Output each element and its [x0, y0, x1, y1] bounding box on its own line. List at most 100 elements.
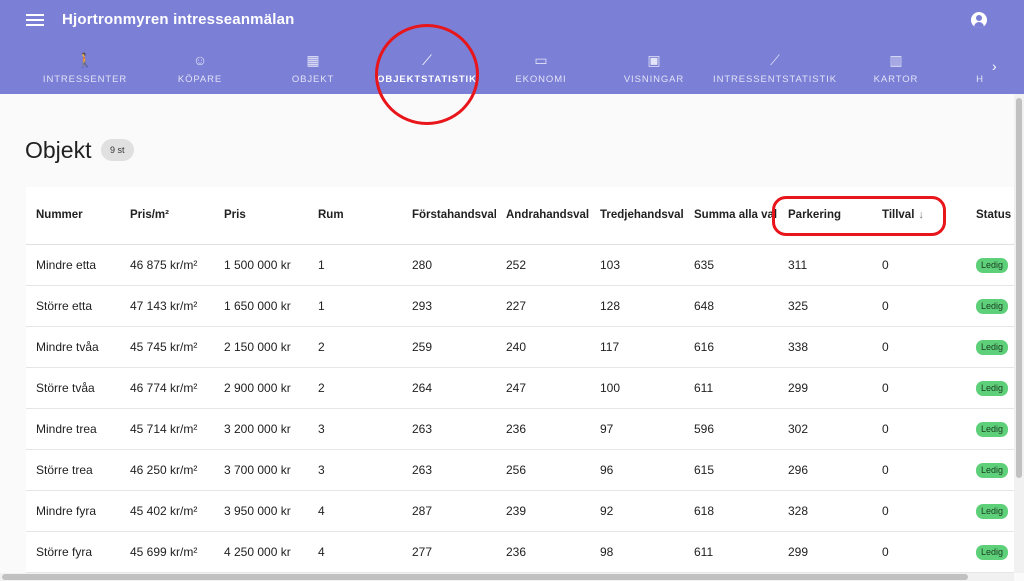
cell-forstahandsval: 259	[402, 326, 496, 368]
cell-andrahandsval: 236	[496, 408, 590, 450]
cell-tillval: 0	[872, 244, 966, 286]
app-title: Hjortronmyren intresseanmälan	[62, 11, 295, 28]
table-row[interactable]: Större tvåa 46 774 kr/m² 2 900 000 kr 2 264 2…	[26, 367, 1024, 409]
cell-nummer: Större trea	[26, 449, 120, 491]
cell-summa-alla-val: 648	[684, 285, 778, 327]
cell-forstahandsval: 293	[402, 285, 496, 327]
header-parkering[interactable]: Parkering	[778, 187, 872, 245]
cell-tredjehandsval: 92	[590, 490, 684, 532]
arrow-down-icon: ↓	[918, 209, 924, 222]
cell-tredjehandsval: 96	[590, 449, 684, 491]
objects-table: Nummer Pris/m² Pris Rum Förstahandsval A…	[26, 187, 1024, 573]
horizontal-scrollbar-thumb[interactable]	[2, 574, 968, 580]
objects-table-card: Nummer Pris/m² Pris Rum Förstahandsval A…	[26, 187, 1024, 573]
cell-andrahandsval: 252	[496, 244, 590, 286]
chevron-right-icon[interactable]: ›	[992, 58, 997, 74]
tab-h[interactable]: H	[970, 44, 990, 94]
cell-pris-m2: 46 875 kr/m²	[120, 244, 214, 286]
cell-forstahandsval: 277	[402, 531, 496, 573]
nav-tabs: 🚶 INTRESSENTER ☺ KÖPARE ▦ OBJEKT ⟋ OBJEK…	[0, 44, 1024, 94]
cell-rum: 2	[308, 326, 402, 368]
account-icon[interactable]	[971, 12, 987, 28]
cell-tredjehandsval: 100	[590, 367, 684, 409]
table-row[interactable]: Större fyra 45 699 kr/m² 4 250 000 kr 4 277 2…	[26, 531, 1024, 573]
tab-intressentstatistik[interactable]: ⟋ INTRESSENTSTATISTIK	[713, 44, 836, 94]
table-row[interactable]: Större etta 47 143 kr/m² 1 650 000 kr 1 293 2…	[26, 285, 1024, 327]
status-badge: Ledig	[976, 462, 1009, 478]
cell-pris: 4 250 000 kr	[214, 531, 308, 573]
table-row[interactable]: Mindre tvåa 45 745 kr/m² 2 150 000 kr 2 259 2…	[26, 326, 1024, 368]
cell-pris-m2: 46 250 kr/m²	[120, 449, 214, 491]
tab-visningar[interactable]: ▣ VISNINGAR	[618, 44, 690, 94]
cell-nummer: Mindre etta	[26, 244, 120, 286]
cell-parkering: 328	[778, 490, 872, 532]
header-rum[interactable]: Rum	[308, 187, 402, 245]
tab-objektstatistik[interactable]: ⟋ OBJEKTSTATISTIK	[377, 44, 476, 94]
table-row[interactable]: Mindre trea 45 714 kr/m² 3 200 000 kr 3 263 2…	[26, 408, 1024, 450]
cell-pris: 3 950 000 kr	[214, 490, 308, 532]
cell-rum: 2	[308, 367, 402, 409]
cell-tillval: 0	[872, 531, 966, 573]
cell-pris: 2 900 000 kr	[214, 367, 308, 409]
cell-tillval: 0	[872, 449, 966, 491]
cell-forstahandsval: 264	[402, 367, 496, 409]
header-pris[interactable]: Pris	[214, 187, 308, 245]
cell-parkering: 299	[778, 531, 872, 573]
cell-pris: 3 200 000 kr	[214, 408, 308, 450]
table-row[interactable]: Större trea 46 250 kr/m² 3 700 000 kr 3 263 2…	[26, 449, 1024, 491]
vertical-scrollbar[interactable]	[1014, 94, 1024, 573]
header-forstahandsval[interactable]: Förstahandsval	[402, 187, 496, 245]
table-body: Mindre etta 46 875 kr/m² 1 500 000 kr 1 280 2…	[26, 244, 1024, 573]
cell-parkering: 311	[778, 244, 872, 286]
header-summa-alla-val[interactable]: Summa alla val	[684, 187, 778, 245]
header-tillval[interactable]: Tillval ↓	[872, 187, 966, 245]
building-icon: ▦	[306, 52, 320, 68]
cell-andrahandsval: 227	[496, 285, 590, 327]
cell-pris-m2: 45 699 kr/m²	[120, 531, 214, 573]
menu-icon[interactable]	[26, 11, 44, 29]
status-badge: Ledig	[976, 298, 1009, 314]
cell-pris-m2: 47 143 kr/m²	[120, 285, 214, 327]
header-andrahandsval[interactable]: Andrahandsval	[496, 187, 590, 245]
cell-parkering: 325	[778, 285, 872, 327]
cell-andrahandsval: 247	[496, 367, 590, 409]
cell-pris: 1 500 000 kr	[214, 244, 308, 286]
tab-intressenter[interactable]: 🚶 INTRESSENTER	[40, 44, 130, 94]
header-nummer[interactable]: Nummer	[26, 187, 120, 245]
vertical-scrollbar-thumb[interactable]	[1016, 98, 1022, 478]
cell-rum: 3	[308, 449, 402, 491]
cell-andrahandsval: 256	[496, 449, 590, 491]
table-row[interactable]: Mindre fyra 45 402 kr/m² 3 950 000 kr 4 287 2…	[26, 490, 1024, 532]
table-row[interactable]: Mindre etta 46 875 kr/m² 1 500 000 kr 1 280 2…	[26, 244, 1024, 286]
cell-andrahandsval: 239	[496, 490, 590, 532]
credit-card-icon: ▭	[534, 52, 548, 68]
cell-tillval: 0	[872, 367, 966, 409]
header-pris-m2[interactable]: Pris/m²	[120, 187, 214, 245]
cell-nummer: Större tvåa	[26, 367, 120, 409]
cell-nummer: Mindre tvåa	[26, 326, 120, 368]
header-tredjehandsval[interactable]: Tredjehandsval	[590, 187, 684, 245]
person-walk-icon: 🚶	[76, 52, 94, 68]
tab-ekonomi[interactable]: ▭ EKONOMI	[508, 44, 574, 94]
app-bar: Hjortronmyren intresseanmälan 🚶 INTRESSE…	[0, 0, 1024, 94]
cell-summa-alla-val: 611	[684, 531, 778, 573]
cell-summa-alla-val: 615	[684, 449, 778, 491]
cell-rum: 1	[308, 285, 402, 327]
tab-objekt[interactable]: ▦ OBJEKT	[280, 44, 346, 94]
cell-tredjehandsval: 103	[590, 244, 684, 286]
cell-nummer: Större etta	[26, 285, 120, 327]
cell-parkering: 296	[778, 449, 872, 491]
horizontal-scrollbar[interactable]	[0, 573, 1014, 581]
calendar-icon: ▣	[647, 52, 661, 68]
count-badge: 9 st	[101, 139, 134, 161]
tab-kartor[interactable]: ▥ KARTOR	[866, 44, 926, 94]
cell-summa-alla-val: 616	[684, 326, 778, 368]
cell-rum: 1	[308, 244, 402, 286]
cell-andrahandsval: 240	[496, 326, 590, 368]
cell-summa-alla-val: 618	[684, 490, 778, 532]
tab-kopare[interactable]: ☺ KÖPARE	[160, 44, 240, 94]
cell-forstahandsval: 280	[402, 244, 496, 286]
cell-pris-m2: 45 402 kr/m²	[120, 490, 214, 532]
status-badge: Ledig	[976, 380, 1009, 396]
face-icon: ☺	[192, 52, 208, 68]
